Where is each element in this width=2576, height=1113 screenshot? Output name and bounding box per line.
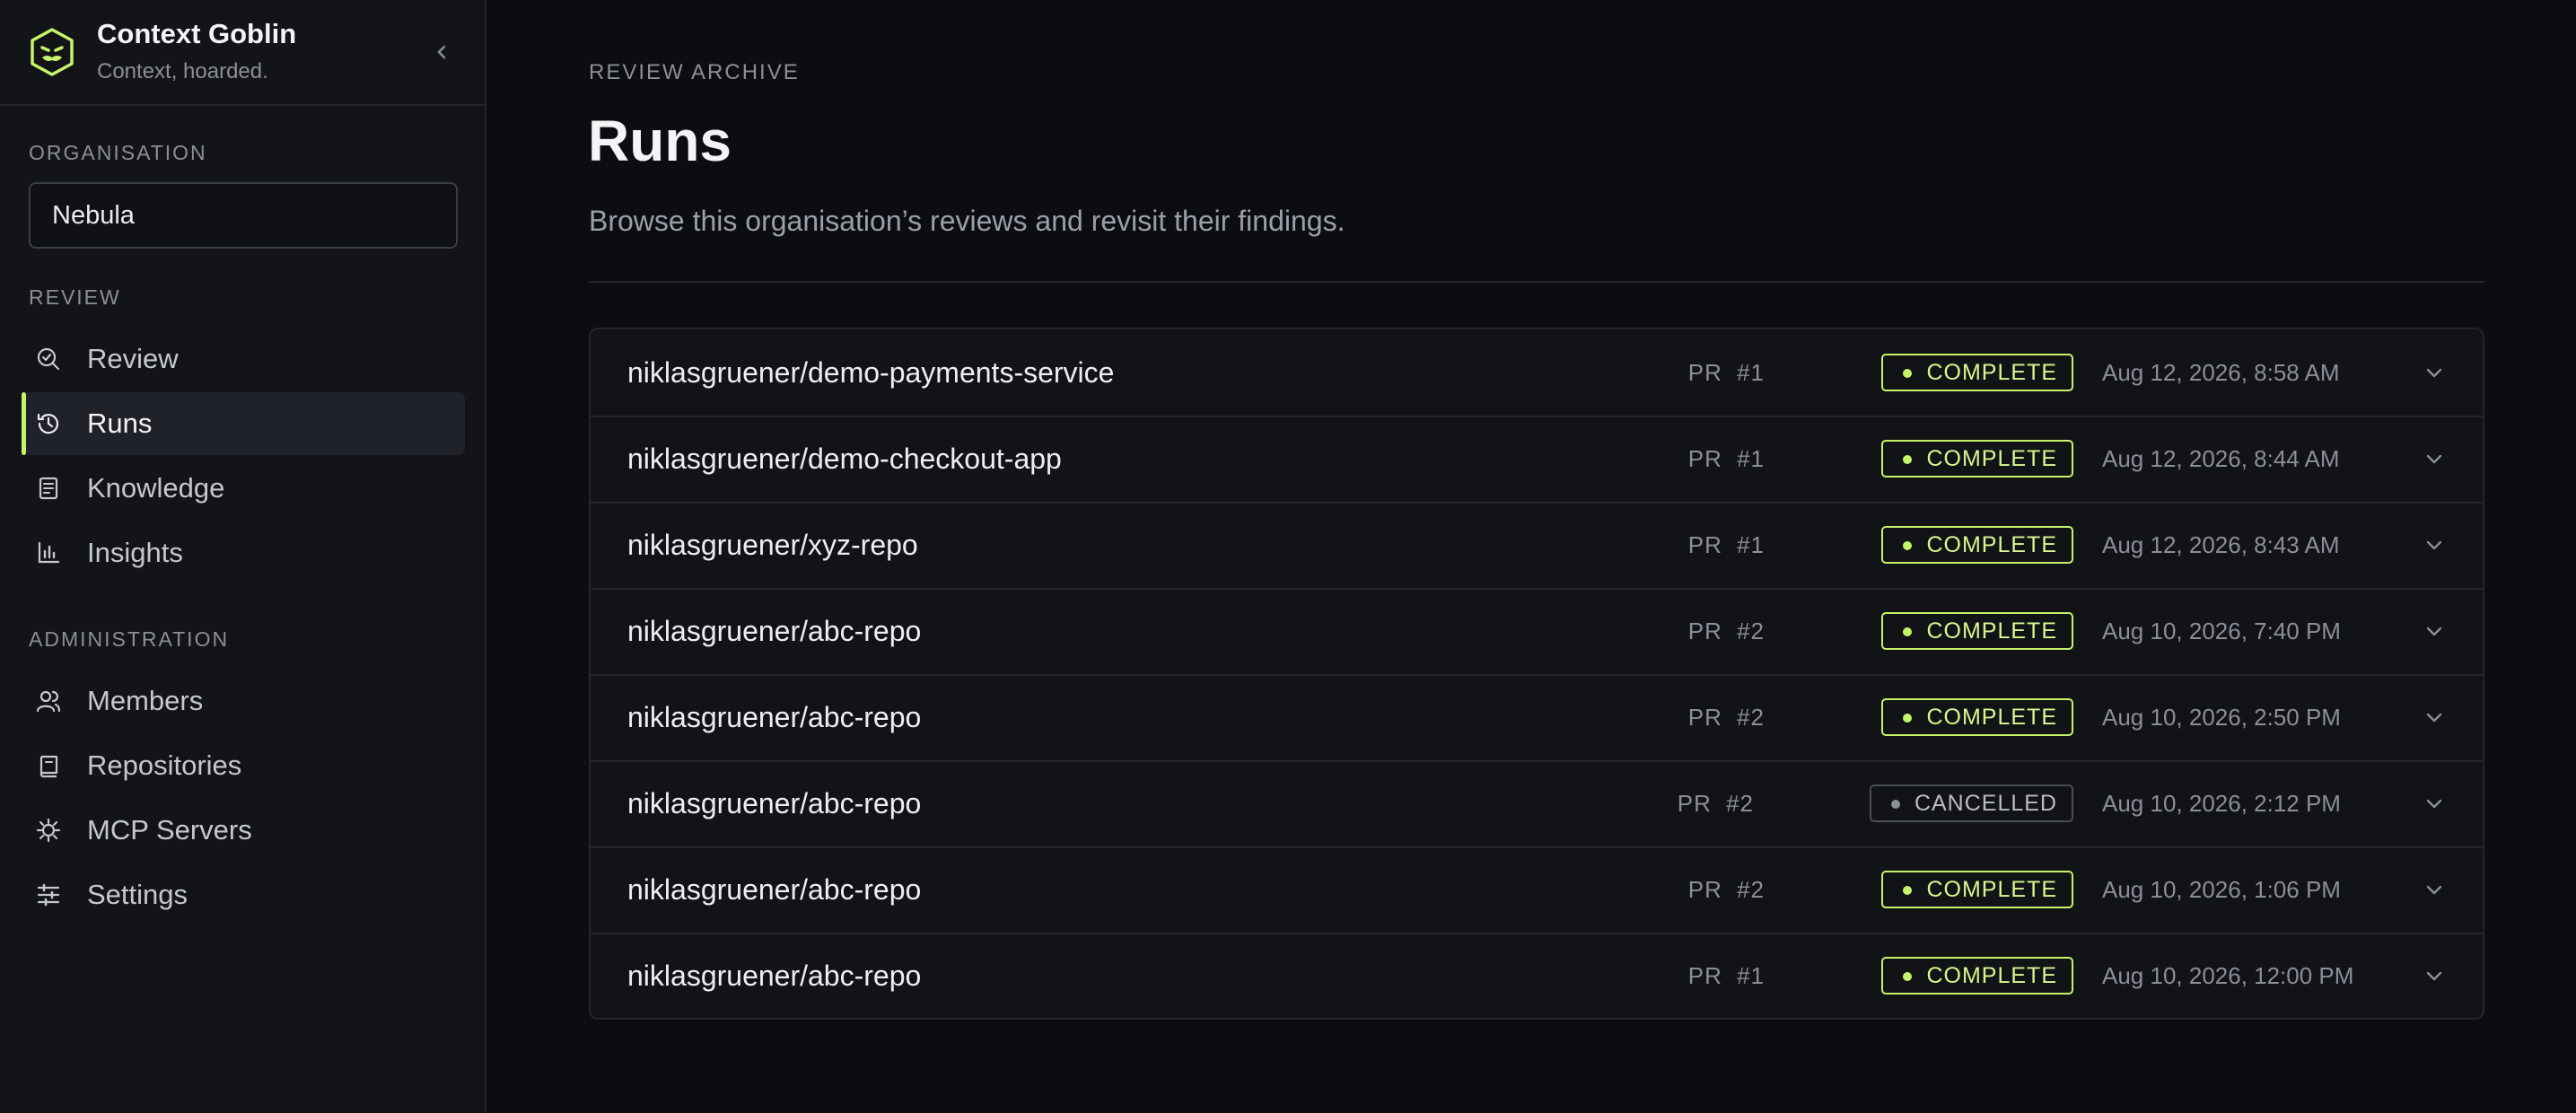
collapse-sidebar-button[interactable]: [425, 36, 458, 68]
sidebar-item-label: MCP Servers: [87, 814, 252, 846]
sidebar-item-label: Knowledge: [87, 472, 225, 504]
chevron-down-icon[interactable]: [2423, 620, 2445, 642]
run-timestamp: Aug 12, 2026, 8:58 AM: [2102, 359, 2340, 386]
pr-number: PR #1: [1687, 962, 1765, 989]
run-row[interactable]: niklasgruener/demo-checkout-app PR #1 CO…: [591, 416, 2483, 504]
users-icon: [36, 690, 61, 713]
run-row[interactable]: niklasgruener/abc-repo PR #2 CANCELLED A…: [591, 760, 2483, 848]
run-row[interactable]: niklasgruener/abc-repo PR #1 COMPLETE Au…: [591, 933, 2483, 1018]
goblin-logo-icon: [31, 28, 74, 76]
history-icon: [37, 413, 59, 434]
page-description: Browse this organisation’s reviews and r…: [589, 205, 1345, 237]
pr-number: PR #1: [1687, 531, 1765, 558]
sidebar: Context Goblin Context, hoarded. ORGANIS…: [0, 0, 486, 1113]
repo-name: niklasgruener/abc-repo: [627, 615, 922, 647]
run-timestamp: Aug 10, 2026, 2:50 PM: [2102, 704, 2341, 731]
repo-name: niklasgruener/xyz-repo: [627, 529, 918, 561]
sidebar-item-label: Insights: [87, 537, 183, 568]
pr-number: PR #2: [1677, 790, 1754, 817]
sidebar-item-settings[interactable]: Settings: [22, 863, 465, 926]
chevron-down-icon[interactable]: [2423, 706, 2445, 728]
chevron-down-icon[interactable]: [2423, 362, 2445, 383]
runs-list: niklasgruener/demo-payments-service PR #…: [589, 328, 2484, 1020]
chevron-down-icon[interactable]: [2423, 534, 2445, 556]
status-badge: COMPLETE: [1881, 871, 2073, 908]
divider: [589, 281, 2484, 283]
chevron-down-icon[interactable]: [2423, 793, 2445, 814]
run-row[interactable]: niklasgruener/demo-payments-service PR #…: [591, 329, 2483, 417]
run-timestamp: Aug 10, 2026, 7:40 PM: [2102, 618, 2341, 644]
status-badge: CANCELLED: [1869, 784, 2073, 822]
sidebar-item-runs[interactable]: Runs: [22, 392, 465, 455]
sliders-icon: [37, 883, 60, 907]
repo-name: niklasgruener/abc-repo: [627, 787, 922, 819]
sidebar-item-knowledge[interactable]: Knowledge: [22, 457, 465, 520]
sidebar-item-mcp-servers[interactable]: MCP Servers: [22, 799, 465, 862]
chevron-left-icon: [437, 45, 446, 59]
status-badge: COMPLETE: [1881, 698, 2073, 736]
repo-name: niklasgruener/demo-payments-service: [627, 356, 1115, 389]
status-badge: COMPLETE: [1881, 612, 2073, 650]
run-row[interactable]: niklasgruener/abc-repo PR #2 COMPLETE Au…: [591, 846, 2483, 934]
app-name: Context Goblin: [97, 18, 297, 49]
book-icon: [39, 477, 58, 500]
run-row[interactable]: niklasgruener/xyz-repo PR #1 COMPLETE Au…: [591, 502, 2483, 590]
sidebar-item-repositories[interactable]: Repositories: [22, 734, 465, 797]
pr-number: PR #2: [1687, 876, 1765, 903]
review-section-label: REVIEW: [29, 285, 121, 309]
repo-book-icon: [39, 755, 58, 778]
chevron-down-icon[interactable]: [2423, 448, 2445, 469]
pr-number: PR #1: [1687, 359, 1765, 386]
chevron-down-icon[interactable]: [2423, 879, 2445, 900]
organisation-label: ORGANISATION: [29, 141, 207, 164]
status-badge: COMPLETE: [1881, 526, 2073, 564]
status-badge: COMPLETE: [1881, 957, 2073, 995]
sidebar-item-review[interactable]: Review: [22, 328, 465, 390]
repo-name: niklasgruener/abc-repo: [627, 960, 922, 992]
sidebar-item-insights[interactable]: Insights: [22, 521, 465, 584]
sidebar-item-label: Repositories: [87, 749, 242, 781]
run-timestamp: Aug 12, 2026, 8:43 AM: [2102, 531, 2340, 558]
run-timestamp: Aug 10, 2026, 1:06 PM: [2102, 876, 2341, 903]
bug-icon: [36, 818, 61, 843]
repo-name: niklasgruener/abc-repo: [627, 873, 922, 906]
administration-section-label: ADMINISTRATION: [29, 627, 230, 651]
sidebar-item-members[interactable]: Members: [22, 670, 465, 732]
organisation-select[interactable]: Nebula: [29, 182, 458, 249]
status-badge: COMPLETE: [1881, 440, 2073, 478]
bar-chart-icon: [38, 541, 60, 564]
run-timestamp: Aug 12, 2026, 8:44 AM: [2102, 445, 2340, 472]
app-tagline: Context, hoarded.: [97, 59, 268, 83]
sidebar-item-label: Members: [87, 685, 204, 716]
run-timestamp: Aug 10, 2026, 12:00 PM: [2102, 962, 2354, 989]
run-row[interactable]: niklasgruener/abc-repo PR #2 COMPLETE Au…: [591, 588, 2483, 676]
pr-number: PR #1: [1687, 445, 1765, 472]
pr-number: PR #2: [1687, 704, 1765, 731]
sidebar-item-label: Runs: [87, 408, 153, 439]
page-title: Runs: [588, 109, 732, 173]
pr-number: PR #2: [1687, 618, 1765, 644]
repo-name: niklasgruener/abc-repo: [627, 701, 922, 733]
sidebar-item-label: Review: [87, 343, 179, 374]
status-badge: COMPLETE: [1881, 354, 2073, 391]
brand-header: Context Goblin Context, hoarded.: [0, 0, 485, 106]
search-check-icon: [37, 347, 60, 371]
chevron-down-icon[interactable]: [2423, 965, 2445, 986]
run-row[interactable]: niklasgruener/abc-repo PR #2 COMPLETE Au…: [591, 674, 2483, 762]
sidebar-item-label: Settings: [87, 879, 188, 910]
run-timestamp: Aug 10, 2026, 2:12 PM: [2102, 790, 2341, 817]
repo-name: niklasgruener/demo-checkout-app: [627, 443, 1062, 475]
page-eyebrow: REVIEW ARCHIVE: [589, 60, 800, 84]
